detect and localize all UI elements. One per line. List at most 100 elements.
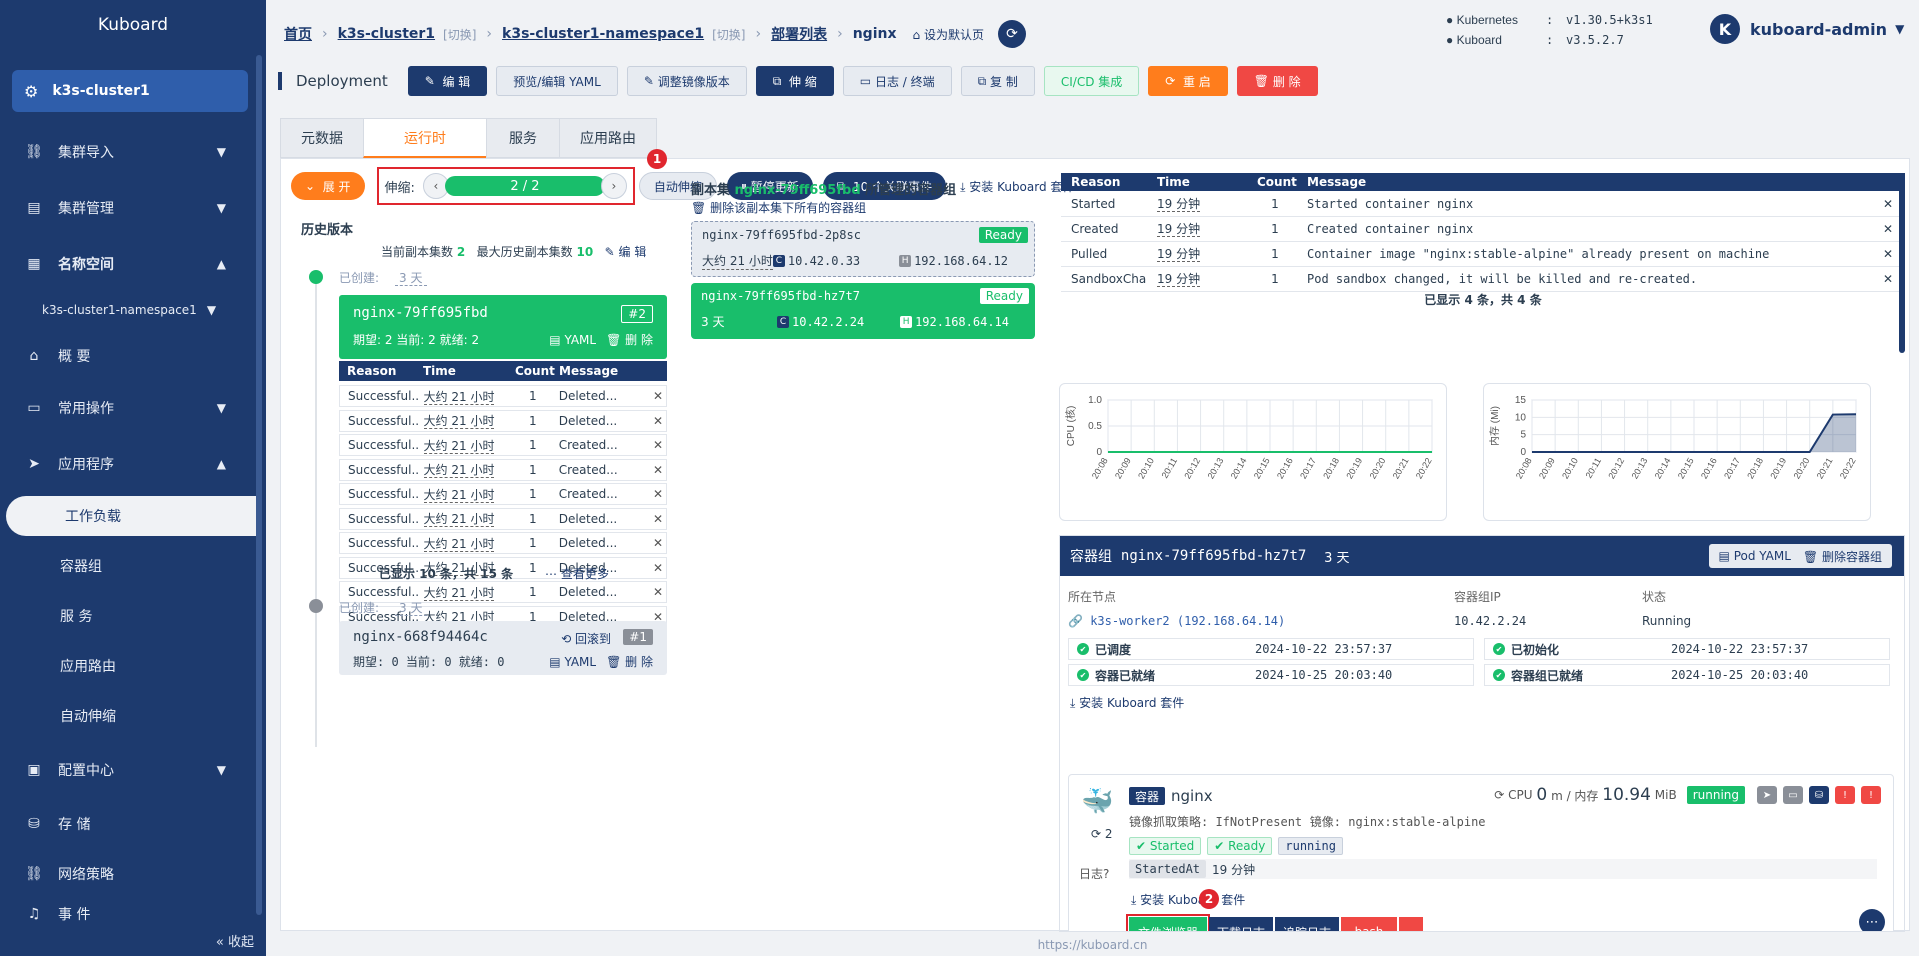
event-time-value: 大约 21 小时 — [423, 512, 495, 527]
crumb-cluster[interactable]: k3s-cluster1 — [338, 26, 435, 42]
tab-runtime[interactable]: 运行时 — [363, 118, 487, 158]
install-kuboard-link[interactable]: ⤓ 安装 Kuboard 套件 — [960, 178, 1074, 195]
rs2-delete-link[interactable]: 🗑 删 除 — [606, 653, 653, 670]
sidebar-item-namespace[interactable]: ▦ 名称空间 ▲ — [0, 244, 250, 284]
crumb-deployments[interactable]: 部署列表 — [771, 24, 827, 44]
database-icon[interactable]: ⛁ — [1809, 786, 1829, 804]
sidebar-item-workloads[interactable]: 工作负载 — [6, 496, 260, 536]
check-icon: ✔ — [1214, 839, 1225, 853]
close-icon[interactable]: ✕ — [650, 414, 666, 428]
sidebar-item-overview[interactable]: ⌂ 概 要 — [0, 336, 250, 376]
condition-initialized: ✔ 已初始化 2024-10-22 23:57:37 — [1484, 638, 1890, 660]
crumb-current: nginx — [852, 26, 897, 42]
cicd-button[interactable]: CI/CD 集成 — [1043, 66, 1140, 96]
close-icon[interactable]: ✕ — [650, 585, 666, 599]
current-cluster[interactable]: ⚙ k3s-cluster1 — [12, 70, 248, 112]
rollback-link[interactable]: ⟲ 回滚到 — [561, 630, 611, 647]
scale-slider[interactable]: 2 / 2 — [444, 176, 605, 196]
refresh-button[interactable]: ⟳ — [997, 20, 1026, 48]
set-default-page-link[interactable]: ⌂ 设为默认页 — [913, 26, 984, 43]
delete-pod-button[interactable]: 🗑 删除容器组 — [1803, 548, 1882, 565]
pod-age: 大约 21 小时 — [702, 254, 773, 270]
tab-services[interactable]: 服务 — [486, 118, 560, 158]
event-count: 1 — [529, 585, 537, 599]
view-more-link[interactable]: ⋯ 查看更多 — [545, 565, 609, 582]
switch-namespace-link[interactable]: [切换] — [712, 26, 745, 43]
table-row: Successful... 大约 21 小时 1 Deleted... ✕ — [339, 507, 667, 530]
sidebar-item-pods[interactable]: 容器组 — [0, 546, 250, 586]
bash-terminal-button[interactable]: bash — [1341, 917, 1397, 931]
follow-logs-button[interactable]: 追踪日志 — [1275, 917, 1339, 931]
replicaset-card-old[interactable]: nginx-668f94464c #1 ⟲ 回滚到 期望: 0 当前: 0 就绪… — [339, 621, 667, 675]
close-icon[interactable]: ✕ — [650, 536, 666, 550]
double-chevron-left-icon: « — [215, 935, 224, 950]
sidebar-item-network-policy[interactable]: ⛓ 网络策略 — [0, 854, 250, 894]
sidebar-item-ingress[interactable]: 应用路由 — [0, 646, 250, 686]
sidebar-item-cluster-manage[interactable]: ▤ 集群管理 ▼ — [0, 188, 250, 228]
expand-button[interactable]: ⌄ 展 开 — [291, 172, 365, 200]
close-icon[interactable]: ✕ — [650, 561, 666, 575]
close-icon[interactable]: ✕ — [650, 438, 666, 452]
crumb-home[interactable]: 首页 — [284, 24, 312, 44]
rs2-yaml-link[interactable]: ▤ YAML — [549, 655, 596, 669]
pod-card-2p8sc[interactable]: nginx-79ff695fbd-2p8sc Ready 大约 21 小时 C 10… — [691, 221, 1035, 277]
pod-card-hz7t7[interactable]: nginx-79ff695fbd-hz7t7 Ready 3 天 C 10.42.2… — [691, 283, 1035, 339]
install-kuboard-link[interactable]: ⤓ 安装 Kuboard 套件 — [1131, 891, 1245, 908]
pod-yaml-button[interactable]: ▤ Pod YAML — [1719, 549, 1791, 563]
rs1-delete-link[interactable]: 🗑 删 除 — [606, 331, 653, 348]
state-label: 状态 — [1642, 590, 1667, 604]
shell-dropdown-button[interactable]: ⌄ — [1399, 917, 1423, 931]
events-scrollbar[interactable] — [1899, 173, 1905, 353]
sidebar-item-services[interactable]: 服 务 — [0, 596, 250, 636]
rs1-yaml-link[interactable]: ▤ YAML — [549, 333, 596, 347]
node-link[interactable]: 🔗 k3s-worker2 (192.168.64.14) — [1068, 614, 1285, 628]
more-actions-button[interactable]: ⋯ — [1859, 909, 1885, 931]
send-icon[interactable]: ➤ — [1757, 786, 1777, 804]
replicaset-card-current[interactable]: nginx-79ff695fbd #2 期望: 2 当前: 2 就绪: 2 ▤ Y… — [339, 295, 667, 359]
collapse-sidebar-button[interactable]: « 收起 — [216, 931, 254, 950]
logs-terminal-button[interactable]: ▭ 日志 / 终端 — [842, 66, 952, 96]
sidebar-item-cluster-import[interactable]: ⛓ 集群导入 ▼ — [0, 132, 250, 172]
event-count: 1 — [1271, 246, 1279, 261]
event-time-value: 大约 21 小时 — [423, 536, 495, 552]
y-tick-label: 0.5 — [1088, 421, 1102, 432]
delete-all-pods-link[interactable]: 🗑 删除该副本集下所有的容器组 — [691, 199, 866, 216]
alert-icon[interactable]: ! — [1835, 786, 1855, 804]
alert-icon[interactable]: ! — [1861, 786, 1881, 804]
tab-ingress[interactable]: 应用路由 — [559, 118, 657, 158]
edit-history-link[interactable]: ✎ 编 辑 — [605, 245, 647, 259]
event-count: 1 — [1271, 271, 1279, 286]
download-logs-button[interactable]: 下载日志 — [1209, 917, 1273, 931]
edit-yaml-button[interactable]: 预览/编辑 YAML — [496, 66, 618, 96]
sidebar-item-events[interactable]: ♫ 事 件 — [0, 904, 250, 924]
close-icon[interactable]: ✕ — [650, 389, 666, 403]
install-kuboard-link[interactable]: ⤓ 安装 Kuboard 套件 — [1070, 694, 1184, 711]
adjust-image-button[interactable]: ✎ 调整镜像版本 — [626, 66, 747, 96]
scale-button[interactable]: ⧉ 伸 缩 — [755, 66, 834, 96]
sidebar-scrollbar[interactable] — [256, 55, 262, 915]
terminal-icon[interactable]: ▭ — [1783, 786, 1803, 804]
pod-name: nginx-79ff695fbd-hz7t7 — [701, 289, 860, 303]
edit-button[interactable]: ✎ 编 辑 — [407, 66, 488, 96]
close-icon[interactable]: ✕ — [650, 487, 666, 501]
scale-increase-button[interactable]: › — [600, 173, 627, 199]
copy-button[interactable]: ⧉ 复 制 — [960, 66, 1035, 96]
sidebar-item-storage[interactable]: ⛁ 存 储 — [0, 804, 250, 844]
download-icon: ⤓ — [1070, 696, 1076, 710]
restart-button[interactable]: ⟳ 重 启 — [1148, 66, 1228, 96]
close-icon[interactable]: ✕ — [650, 463, 666, 477]
close-icon[interactable]: ✕ — [650, 512, 666, 526]
sidebar-item-config-center[interactable]: ▣ 配置中心 ▼ — [0, 750, 250, 790]
sidebar-item-common-ops[interactable]: ▭ 常用操作 ▼ — [0, 388, 250, 428]
sidebar-item-applications[interactable]: ➤ 应用程序 ▲ — [0, 444, 250, 484]
switch-cluster-link[interactable]: [切换] — [443, 26, 476, 43]
namespace-selector[interactable]: k3s-cluster1-namespace1 ▼ — [0, 290, 250, 330]
x-tick-label: 20:15 — [1676, 456, 1696, 481]
file-browser-button[interactable]: 文件浏览器 — [1126, 914, 1210, 931]
container-metrics: ⟳ CPU 0 m / 内存 10.94 MiB running ➤ ▭ ⛁ !… — [1494, 785, 1881, 805]
crumb-namespace[interactable]: k3s-cluster1-namespace1 — [502, 26, 704, 42]
tab-metadata[interactable]: 元数据 — [280, 118, 364, 158]
user-menu[interactable]: Kkuboard-admin ▼ — [1710, 14, 1904, 44]
sidebar-item-autoscale[interactable]: 自动伸缩 — [0, 696, 250, 736]
delete-button[interactable]: 🗑 删 除 — [1236, 66, 1318, 96]
